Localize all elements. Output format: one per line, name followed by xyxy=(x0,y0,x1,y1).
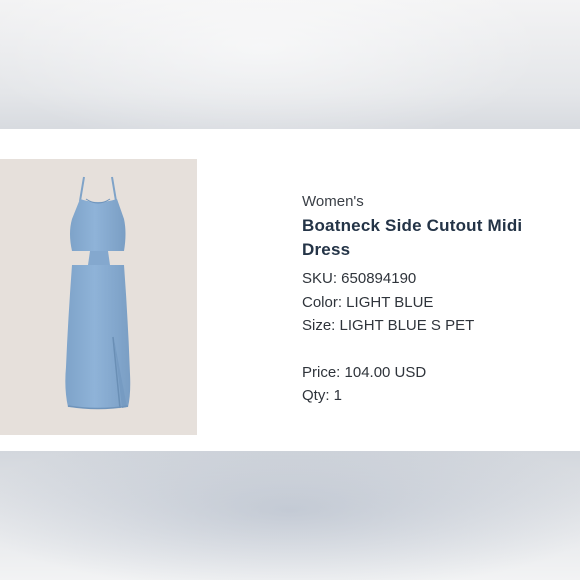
color-text: Color: LIGHT BLUE xyxy=(302,293,434,311)
price-text: Price: 104.00 USD xyxy=(302,363,427,381)
product-image xyxy=(0,159,197,435)
product-details: Women's Boatneck Side Cutout Midi Dress … xyxy=(302,193,564,408)
product-category: Women's xyxy=(302,193,364,210)
sku-text: SKU: 650894190 xyxy=(302,270,417,287)
order-item-card: Women's Boatneck Side Cutout Midi Dress … xyxy=(0,129,580,451)
dress-illustration xyxy=(65,176,131,410)
size-text: Size: LIGHT BLUE S PET xyxy=(302,317,475,334)
quantity-text: Qty: 1 xyxy=(302,387,343,404)
product-title: Boatneck Side Cutout Midi Dress xyxy=(302,216,523,259)
